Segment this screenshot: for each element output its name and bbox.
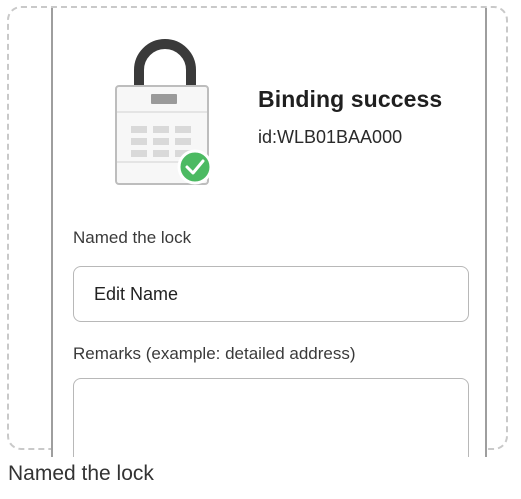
padlock-icon: [115, 34, 215, 190]
remarks-textarea[interactable]: [73, 378, 469, 457]
check-badge-icon: [177, 149, 213, 185]
bind-success-screen: Binding success id:WLB01BAA000 Named the…: [51, 8, 487, 457]
remarks-field-label: Remarks (example: detailed address): [73, 344, 356, 363]
figure-caption: Named the lock: [8, 462, 154, 485]
name-field-label: Named the lock: [73, 228, 192, 247]
binding-success-title: Binding success: [258, 86, 443, 112]
lock-id-text: id:WLB01BAA000: [258, 127, 403, 147]
screenshot-frame: Binding success id:WLB01BAA000 Named the…: [7, 6, 508, 457]
lock-name-input[interactable]: [73, 266, 469, 322]
